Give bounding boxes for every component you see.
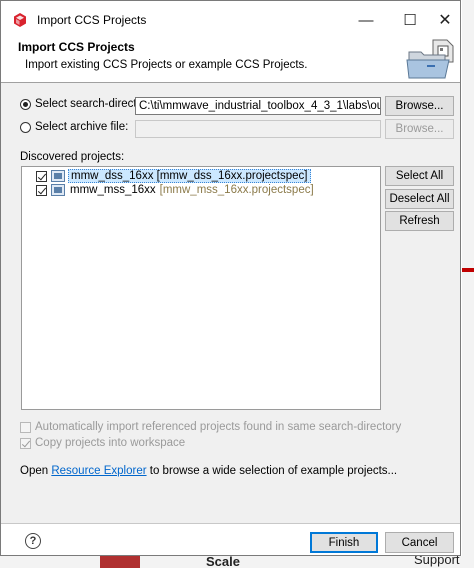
maximize-button[interactable]: ☐ [392, 9, 428, 31]
window-title: Import CCS Projects [37, 13, 147, 27]
archive-file-input[interactable] [135, 120, 381, 138]
maximize-icon: ☐ [403, 12, 417, 29]
project-item-dss[interactable]: mmw_dss_16xx [mmw_dss_16xx.projectspec] [36, 169, 311, 183]
project-spec: [mmw_mss_16xx.projectspec] [159, 184, 314, 196]
archive-file-radio[interactable] [20, 121, 31, 133]
minimize-button[interactable]: — [348, 9, 384, 31]
background-app-right [462, 0, 474, 568]
selected-project-label: mmw_dss_16xx [mmw_dss_16xx.projectspec] [68, 169, 311, 183]
auto-import-checkbox[interactable] [20, 421, 31, 433]
search-directory-radio[interactable] [20, 98, 31, 110]
discovered-projects-list[interactable]: mmw_dss_16xx [mmw_dss_16xx.projectspec] … [21, 166, 381, 410]
banner-description: Import existing CCS Projects or example … [25, 59, 308, 71]
banner-title: Import CCS Projects [18, 40, 135, 54]
deselect-all-button[interactable]: Deselect All [385, 189, 454, 209]
background-red-shape [100, 556, 140, 568]
refresh-button[interactable]: Refresh [385, 211, 454, 231]
copy-projects-option[interactable]: Copy projects into workspace [20, 437, 185, 449]
archive-file-browse-button[interactable]: Browse... [385, 119, 454, 139]
minimize-icon: — [358, 11, 374, 29]
resource-explorer-link[interactable]: Resource Explorer [51, 465, 146, 477]
finish-button[interactable]: Finish [310, 532, 378, 553]
dialog-footer: ? Finish Cancel [1, 524, 460, 555]
wizard-banner: Import CCS Projects Import existing CCS … [1, 37, 460, 81]
resource-line-suffix: to browse a wide selection of example pr… [146, 465, 398, 477]
select-all-button[interactable]: Select All [385, 166, 454, 186]
ccs-project-icon [51, 184, 65, 196]
project-checkbox[interactable] [36, 170, 47, 182]
background-text-2: Support [414, 556, 460, 567]
folder-import-icon [406, 39, 454, 79]
archive-file-label: Select archive file: [35, 121, 129, 133]
discovered-projects-label: Discovered projects: [20, 151, 125, 163]
copy-projects-checkbox[interactable] [20, 437, 31, 449]
copy-projects-label: Copy projects into workspace [35, 437, 186, 449]
help-icon[interactable]: ? [25, 533, 41, 549]
close-button[interactable]: ✕ [427, 9, 463, 31]
app-cube-icon [14, 13, 26, 27]
import-ccs-projects-dialog: Import CCS Projects — ☐ ✕ Import CCS Pro… [0, 0, 461, 556]
auto-import-option[interactable]: Automatically import referenced projects… [20, 421, 401, 433]
title-bar[interactable]: Import CCS Projects — ☐ ✕ [1, 1, 460, 37]
project-checkbox[interactable] [36, 184, 47, 196]
auto-import-label: Automatically import referenced projects… [35, 421, 402, 433]
background-red-stripe [462, 268, 474, 272]
resource-line-prefix: Open [20, 465, 52, 477]
search-directory-input[interactable]: C:\ti\mmwave_industrial_toolbox_4_3_1\la… [135, 97, 381, 115]
ccs-project-icon [51, 170, 65, 182]
project-item-mss[interactable]: mmw_mss_16xx [mmw_mss_16xx.projectspec] [36, 183, 314, 197]
resource-explorer-line: Open Resource Explorer to browse a wide … [20, 465, 397, 477]
dialog-content: Select search-directory: C:\ti\mmwave_in… [1, 83, 460, 523]
cancel-button[interactable]: Cancel [385, 532, 454, 553]
project-name: mmw_dss_16xx [71, 170, 154, 182]
search-directory-browse-button[interactable]: Browse... [385, 96, 454, 116]
project-name: mmw_mss_16xx [70, 184, 156, 196]
background-app-bottom: Scale Support [0, 556, 474, 568]
project-spec: [mmw_dss_16xx.projectspec] [156, 170, 308, 182]
close-icon: ✕ [438, 12, 452, 29]
archive-file-option[interactable]: Select archive file: [20, 121, 128, 133]
background-text-1: Scale [206, 556, 240, 568]
